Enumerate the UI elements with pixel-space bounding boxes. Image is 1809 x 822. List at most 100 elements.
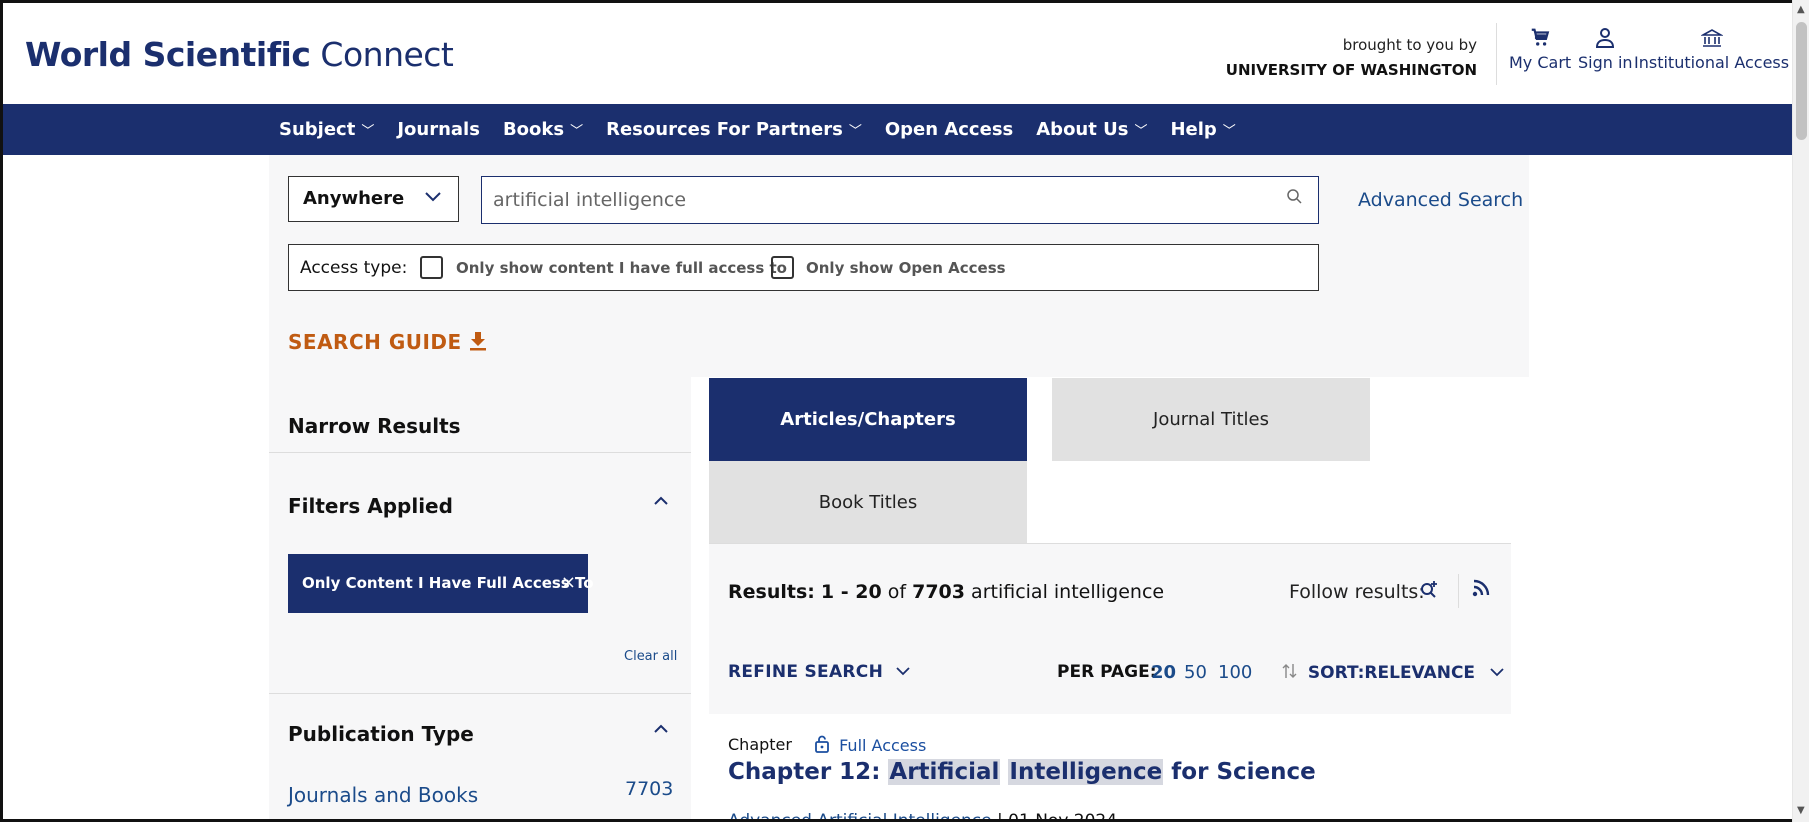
tab-articles-chapters[interactable]: Articles/Chapters	[709, 378, 1027, 461]
result-type: Chapter	[728, 735, 792, 754]
result-source-link[interactable]: Advanced Artificial Intelligence	[728, 811, 992, 819]
chevron-up-icon[interactable]	[653, 491, 669, 512]
results-toolbar: Results: 1 - 20 of 7703 artificial intel…	[709, 544, 1511, 714]
page-scrollbar[interactable]: ▲ ▼	[1792, 0, 1809, 822]
narrow-results-panel: Narrow Results Filters Applied Only Cont…	[269, 377, 691, 819]
open-access-checkbox[interactable]	[771, 256, 794, 279]
applied-filter-label: Only Content I Have Full Access To	[302, 574, 594, 592]
sign-in-link[interactable]: Sign in	[1578, 27, 1633, 72]
chevron-down-icon: ﹀	[361, 124, 375, 139]
site-header: World Scientific Connect brought to you …	[3, 3, 1792, 104]
sort-label: SORT:RELEVANCE	[1307, 663, 1476, 683]
results-label: Results:	[728, 581, 815, 603]
scroll-down-arrow[interactable]: ▼	[1797, 805, 1805, 816]
nav-item-open-access[interactable]: Open Access	[885, 119, 1013, 140]
facet-count: 7703	[625, 778, 674, 800]
scrollbar-thumb[interactable]	[1796, 22, 1807, 140]
divider	[269, 693, 691, 694]
search-icon[interactable]	[1286, 188, 1303, 210]
clear-all-link[interactable]: Clear all	[624, 649, 677, 664]
my-cart-label: My Cart	[1509, 53, 1572, 72]
main-nav: Subject ﹀ Journals Books ﹀ Resources For P…	[3, 104, 1792, 155]
divider	[1458, 574, 1459, 608]
facet-journals-and-books[interactable]: Journals and Books	[288, 783, 478, 807]
rss-icon[interactable]	[1472, 579, 1490, 602]
person-icon	[1578, 27, 1633, 53]
nav-label: About Us	[1036, 119, 1129, 140]
chevron-down-icon: ﹀	[1134, 124, 1148, 139]
access-type-label: Access type:	[300, 258, 408, 278]
download-icon	[469, 330, 487, 354]
search-alert-icon[interactable]	[1419, 579, 1439, 604]
narrow-results-heading: Narrow Results	[288, 414, 461, 438]
tab-journal-titles[interactable]: Journal Titles	[1052, 378, 1370, 461]
full-access-label: Full Access	[839, 736, 927, 755]
results-total: 7703	[912, 581, 965, 603]
nav-item-subject[interactable]: Subject ﹀	[279, 119, 374, 140]
applied-filter-chip[interactable]: Only Content I Have Full Access To ×	[288, 554, 594, 613]
follow-results-label: Follow results:	[1289, 581, 1425, 603]
nav-item-resources-for-partners[interactable]: Resources For Partners ﹀	[606, 119, 862, 140]
chevron-up-icon[interactable]	[653, 719, 669, 740]
per-page-option-100[interactable]: 100	[1218, 662, 1252, 683]
site-logo[interactable]: World Scientific Connect	[25, 35, 454, 74]
my-cart-link[interactable]: My Cart	[1509, 27, 1571, 72]
nav-label: Books	[502, 119, 565, 140]
nav-label: Subject	[279, 119, 356, 140]
header-divider	[1496, 23, 1497, 85]
institutional-access-label: Institutional Access	[1634, 53, 1790, 72]
per-page-option-50[interactable]: 50	[1184, 662, 1207, 683]
chevron-down-icon	[424, 188, 442, 207]
institutional-access-link[interactable]: Institutional Access	[1634, 27, 1789, 72]
search-scope-select[interactable]: Anywhere	[288, 176, 459, 222]
access-type-filter: Access type: Only show content I have fu…	[288, 244, 1319, 291]
search-input[interactable]	[481, 176, 1319, 224]
search-guide-label: SEARCH GUIDE	[288, 330, 462, 354]
close-icon[interactable]: ×	[561, 572, 576, 593]
title-text: Chapter 12:	[728, 759, 889, 785]
filters-applied-heading[interactable]: Filters Applied	[288, 494, 453, 518]
full-access-checkbox[interactable]	[420, 256, 443, 279]
tab-book-titles[interactable]: Book Titles	[709, 461, 1027, 543]
chevron-down-icon: ﹀	[1222, 124, 1236, 139]
unlock-icon	[814, 735, 839, 755]
chevron-down-icon	[1481, 663, 1505, 683]
title-highlight: Intelligence	[1008, 759, 1164, 785]
title-highlight: Artificial	[888, 759, 1001, 785]
full-access-option-label[interactable]: Only show content I have full access to	[456, 259, 787, 277]
nav-label: Journals	[397, 119, 480, 140]
open-access-option-label[interactable]: Only show Open Access	[806, 259, 1006, 277]
refine-search-label: REFINE SEARCH	[728, 662, 884, 682]
institution-name: UNIVERSITY OF WASHINGTON	[1225, 61, 1477, 79]
cart-icon	[1509, 27, 1571, 53]
results-count: Results: 1 - 20 of 7703 artificial intel…	[728, 581, 1164, 603]
results-query: artificial intelligence	[971, 581, 1165, 603]
main-nav-list: Subject ﹀ Journals Books ﹀ Resources For P…	[279, 104, 1259, 155]
per-page-label: PER PAGE:	[1057, 662, 1157, 682]
logo-bold-text: World Scientific	[25, 35, 311, 74]
sort-order-icon	[1282, 663, 1308, 683]
nav-item-journals[interactable]: Journals	[397, 119, 480, 140]
nav-item-about-us[interactable]: About Us ﹀	[1036, 119, 1147, 140]
source-separator: |	[991, 811, 1009, 822]
nav-label: Help	[1170, 119, 1217, 140]
results-range: 1 - 20	[820, 581, 882, 603]
nav-item-books[interactable]: Books ﹀	[503, 119, 583, 140]
advanced-search-link[interactable]: Advanced Search	[1358, 189, 1523, 211]
title-text: for Science	[1163, 759, 1316, 785]
result-source-line: Advanced Artificial Intelligence | 01 No…	[728, 811, 1117, 822]
result-title-link[interactable]: Chapter 12: Artificial Intelligence for …	[728, 759, 1316, 785]
brought-to-you-by: brought to you by UNIVERSITY OF WASHINGT…	[1226, 33, 1477, 83]
nav-item-help[interactable]: Help ﹀	[1170, 119, 1235, 140]
refine-search-toggle[interactable]: REFINE SEARCH	[728, 662, 911, 682]
chevron-down-icon	[889, 662, 911, 682]
publication-type-heading[interactable]: Publication Type	[288, 722, 474, 746]
logo-light-text: Connect	[310, 35, 454, 74]
search-guide-link[interactable]: SEARCH GUIDE	[288, 330, 487, 354]
per-page-option-20[interactable]: 20	[1151, 662, 1176, 683]
sort-dropdown[interactable]: SORT:RELEVANCE	[1282, 662, 1505, 683]
scroll-up-arrow[interactable]: ▲	[1797, 4, 1805, 15]
brought-by-label: brought to you by	[1342, 36, 1477, 54]
nav-label: Open Access	[884, 119, 1014, 140]
search-section: Anywhere Advanced Search Access type: On…	[269, 155, 1529, 377]
